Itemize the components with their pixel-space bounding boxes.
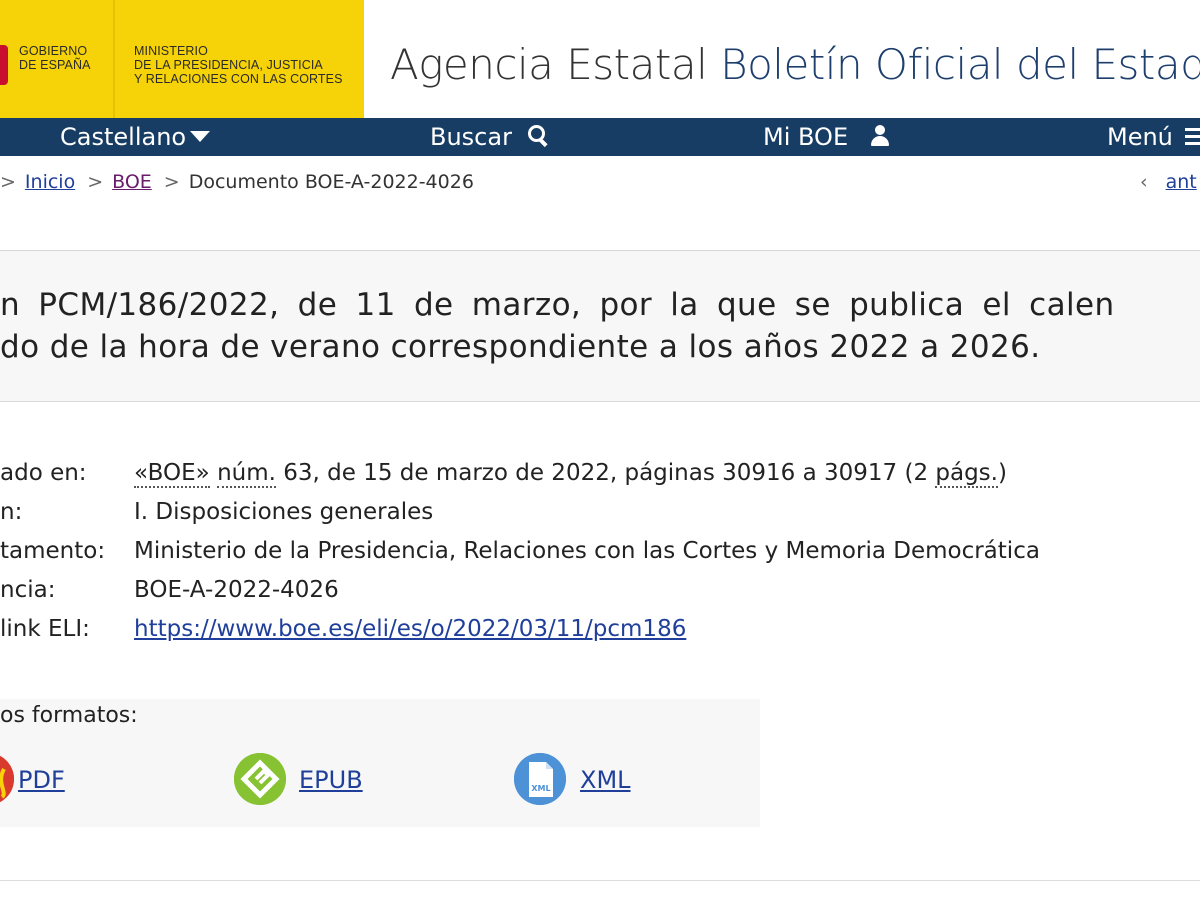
user-icon (870, 125, 890, 147)
search-label: Buscar (430, 123, 512, 151)
breadcrumb-current: Documento BOE-A-2022-4026 (188, 171, 474, 193)
main-nav: Castellano Buscar Mi BOE Menú (0, 118, 1200, 156)
department-value: Ministerio de la Presidencia, Relaciones… (134, 538, 1040, 564)
previous-document-nav: ‹ ant (1140, 170, 1197, 194)
pdf-icon[interactable] (0, 753, 14, 805)
logo-divider (113, 0, 115, 118)
search-link[interactable]: Buscar (430, 118, 548, 156)
menu-label: Menú (1107, 123, 1173, 151)
divider (0, 880, 1200, 881)
search-icon (527, 125, 548, 148)
boe-abbreviation: «BOE» (134, 460, 210, 488)
reference-value: BOE-A-2022-4026 (134, 577, 339, 603)
hamburger-icon (1184, 127, 1200, 145)
language-selector[interactable]: Castellano (60, 118, 211, 156)
language-label: Castellano (60, 123, 187, 151)
coat-of-arms-icon (0, 45, 8, 85)
reference-label: ncia: (0, 577, 56, 603)
epub-link[interactable]: EPUB (299, 765, 363, 795)
previous-document-link[interactable]: ant (1166, 171, 1197, 193)
eli-value: https://www.boe.es/eli/es/o/2022/03/11/p… (134, 614, 686, 644)
num-abbreviation: núm. (217, 460, 276, 488)
breadcrumb: > Inicio > BOE > Documento BOE-A-2022-4026 (0, 170, 474, 194)
eli-label: link ELI: (0, 616, 90, 642)
section-label: n: (0, 499, 23, 525)
published-label: ado en: (0, 460, 87, 486)
section-value: I. Disposiciones generales (134, 499, 434, 525)
xml-link[interactable]: XML (580, 765, 631, 795)
published-close: ) (997, 460, 1007, 486)
site-title-prefix: Agencia Estatal (390, 40, 708, 89)
department-label: tamento: (0, 538, 106, 564)
site-title-accent: Boletín Oficial del Estado (720, 40, 1200, 89)
government-name: GOBIERNO DE ESPAÑA (19, 44, 91, 72)
breadcrumb-home-link[interactable]: Inicio (25, 171, 75, 193)
chevron-right-icon: > (0, 171, 16, 193)
chevron-left-icon: ‹ (1140, 171, 1148, 193)
published-details: 63, de 15 de marzo de 2022, páginas 3091… (275, 460, 936, 486)
my-boe-link[interactable]: Mi BOE (763, 118, 890, 156)
site-title[interactable]: Agencia Estatal Boletín Oficial del Esta… (390, 40, 1200, 90)
chevron-right-icon: > (163, 171, 180, 193)
chevron-right-icon: > (87, 171, 104, 193)
xml-icon[interactable]: XML (514, 753, 566, 805)
pdf-link[interactable]: PDF (18, 765, 65, 795)
ministry-name: MINISTERIO DE LA PRESIDENCIA, JUSTICIA Y… (134, 44, 343, 86)
other-formats-label: os formatos: (0, 703, 138, 728)
document-title-line-1: n PCM/186/2022, de 11 de marzo, por la q… (0, 287, 1115, 323)
my-boe-label: Mi BOE (763, 123, 849, 151)
site-header: GOBIERNO DE ESPAÑA MINISTERIO DE LA PRES… (0, 0, 1200, 118)
government-logo[interactable]: GOBIERNO DE ESPAÑA MINISTERIO DE LA PRES… (0, 0, 364, 118)
caret-down-icon (190, 130, 211, 142)
epub-icon[interactable] (234, 753, 286, 805)
menu-button[interactable]: Menú (1107, 118, 1200, 156)
eli-permalink[interactable]: https://www.boe.es/eli/es/o/2022/03/11/p… (134, 616, 686, 642)
document-title-line-2: do de la hora de verano correspondiente … (0, 329, 1041, 365)
published-value: «BOE» núm. 63, de 15 de marzo de 2022, p… (134, 458, 1007, 488)
xml-icon-text: XML (531, 784, 550, 793)
breadcrumb-boe-link[interactable]: BOE (112, 171, 152, 193)
document-title-box (0, 250, 1200, 402)
pags-abbreviation: págs. (935, 460, 998, 488)
